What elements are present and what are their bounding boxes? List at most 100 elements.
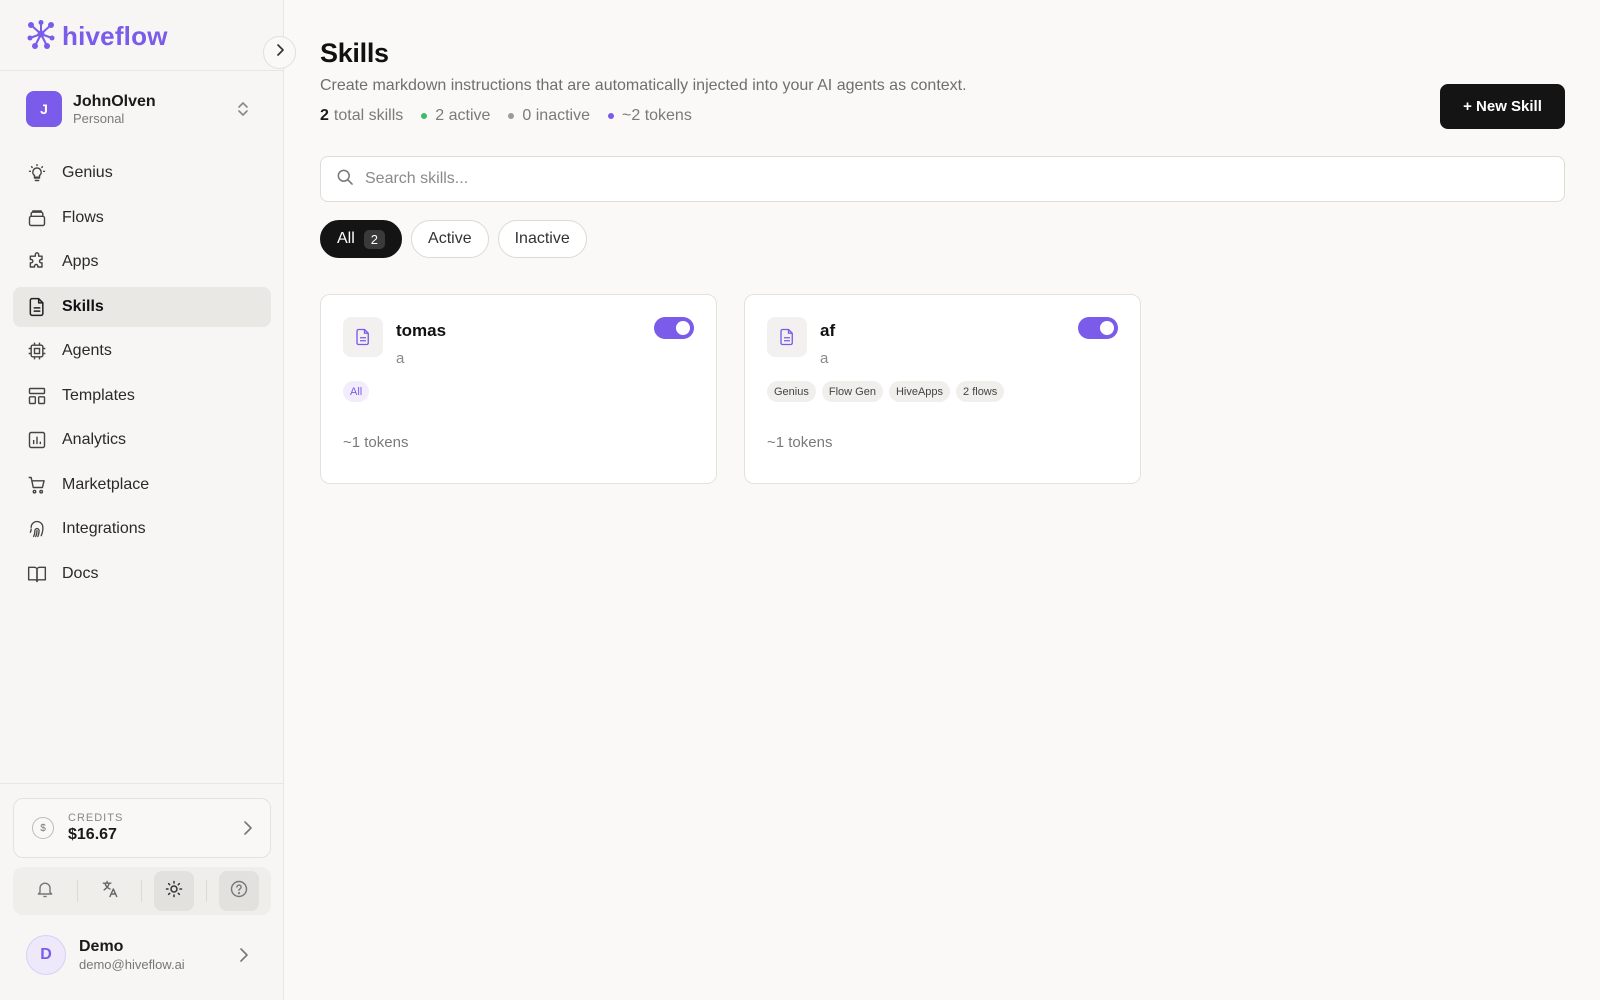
document-icon xyxy=(343,317,383,357)
skill-enabled-toggle[interactable] xyxy=(1078,317,1118,339)
sidebar-item-genius[interactable]: Genius xyxy=(13,153,271,193)
sidebar-item-docs[interactable]: Docs xyxy=(13,554,271,594)
search-icon xyxy=(335,167,355,192)
sidebar-item-flows[interactable]: Flows xyxy=(13,198,271,238)
stat-inactive: 0 inactive xyxy=(508,107,590,125)
layers-icon xyxy=(27,208,47,228)
skill-enabled-toggle[interactable] xyxy=(654,317,694,339)
page-title: Skills xyxy=(320,38,389,68)
sidebar-item-apps[interactable]: Apps xyxy=(13,242,271,282)
filter-inactive[interactable]: Inactive xyxy=(497,220,587,258)
skill-tags: All xyxy=(343,381,370,402)
help-circle-icon xyxy=(229,879,249,904)
cpu-icon xyxy=(27,341,47,361)
workspace-name: JohnOlven xyxy=(73,92,156,110)
stat-active-label: 2 active xyxy=(435,107,491,124)
sidebar-toolbar xyxy=(13,867,271,915)
sidebar-item-label: Agents xyxy=(62,342,112,359)
bell-icon xyxy=(35,879,55,904)
workspace-switcher[interactable]: J JohnOlven Personal xyxy=(26,90,260,128)
hive-logo-icon xyxy=(26,19,56,54)
sidebar-item-label: Integrations xyxy=(62,520,146,537)
user-name: Demo xyxy=(79,938,124,955)
filter-all[interactable]: All 2 xyxy=(320,220,403,258)
sidebar-item-label: Skills xyxy=(62,297,104,315)
new-skill-button[interactable]: + New Skill xyxy=(1440,84,1565,129)
skill-tokens: ~1 tokens xyxy=(767,434,833,451)
stat-total: 2 total skills xyxy=(320,107,403,125)
skill-tag: 2 flows xyxy=(956,381,1005,402)
skills-stats: 2 total skills 2 active 0 inactive ~2 to… xyxy=(320,107,710,125)
tokens-status-dot xyxy=(608,113,614,119)
help-button[interactable] xyxy=(218,871,259,911)
chevron-up-down-icon xyxy=(236,100,250,123)
filter-all-label: All xyxy=(337,230,355,247)
sidebar-item-marketplace[interactable]: Marketplace xyxy=(13,465,271,505)
lightbulb-icon xyxy=(27,163,47,183)
sidebar-item-label: Docs xyxy=(62,564,99,582)
skill-name: tomas xyxy=(396,321,447,340)
sidebar-item-skills[interactable]: Skills xyxy=(13,286,271,327)
sidebar-item-templates[interactable]: Templates xyxy=(13,376,271,416)
document-icon xyxy=(27,297,47,317)
filter-active[interactable]: Active xyxy=(411,220,489,258)
stat-tokens: ~2 tokens xyxy=(608,107,692,125)
toolbar-separator xyxy=(76,880,78,902)
brand-name: hiveflow xyxy=(62,20,168,51)
sidebar-item-analytics[interactable]: Analytics xyxy=(13,420,271,460)
credits-card[interactable]: $ CREDITS $16.67 xyxy=(13,798,271,858)
search-input[interactable] xyxy=(365,170,1515,188)
toolbar-separator xyxy=(141,880,143,902)
book-icon xyxy=(27,564,47,584)
skill-description: a xyxy=(820,350,829,367)
skill-tag: HiveApps xyxy=(888,381,951,402)
sun-icon xyxy=(165,880,183,903)
puzzle-icon xyxy=(27,252,47,272)
stat-total-label: total skills xyxy=(333,107,404,124)
sidebar-item-label: Flows xyxy=(62,208,104,226)
sidebar-item-integrations[interactable]: Integrations xyxy=(13,509,271,549)
user-email: demo@hiveflow.ai xyxy=(79,957,185,972)
stat-inactive-label: 0 inactive xyxy=(522,107,590,124)
filter-all-count: 2 xyxy=(363,229,386,249)
toolbar-separator xyxy=(206,880,208,902)
skill-tag: Flow Gen xyxy=(821,381,883,402)
avatar: D xyxy=(26,935,66,975)
inactive-status-dot xyxy=(508,113,515,119)
user-profile[interactable]: D Demo demo@hiveflow.ai xyxy=(26,935,260,975)
sidebar-item-agents[interactable]: Agents xyxy=(13,331,271,371)
skill-description: a xyxy=(396,350,405,367)
stat-active: 2 active xyxy=(421,107,490,125)
brand-logo[interactable]: hiveflow xyxy=(26,19,168,54)
sidebar-divider xyxy=(0,70,284,71)
chevron-right-icon xyxy=(238,946,250,969)
stat-tokens-label: ~2 tokens xyxy=(622,107,692,124)
skill-name: af xyxy=(820,321,836,340)
active-status-dot xyxy=(421,113,428,119)
dollar-circle-icon: $ xyxy=(32,817,54,839)
cart-icon xyxy=(27,475,47,495)
translate-icon xyxy=(100,879,120,904)
search-bar xyxy=(320,156,1565,202)
skill-tags: Genius Flow Gen HiveApps 2 flows xyxy=(767,381,1005,402)
sidebar-divider xyxy=(0,783,284,784)
skill-card[interactable]: af a Genius Flow Gen HiveApps 2 flows ~1… xyxy=(744,294,1141,484)
sidebar-item-label: Apps xyxy=(62,253,99,270)
skill-tag: All xyxy=(343,381,370,402)
fingerprint-icon xyxy=(27,519,47,539)
skill-card[interactable]: tomas a All ~1 tokens xyxy=(320,294,717,484)
document-icon xyxy=(767,317,807,357)
sidebar-item-label: Analytics xyxy=(62,431,127,448)
skill-tokens: ~1 tokens xyxy=(343,434,409,451)
theme-toggle-button[interactable] xyxy=(154,871,195,911)
language-button[interactable] xyxy=(90,871,130,911)
workspace-type: Personal xyxy=(73,110,125,126)
chevron-right-icon xyxy=(242,819,254,842)
filter-tabs: All 2 Active Inactive xyxy=(320,220,587,258)
sidebar-collapse-button[interactable] xyxy=(263,36,296,69)
page-subtitle: Create markdown instructions that are au… xyxy=(320,77,967,94)
sidebar-item-label: Genius xyxy=(62,164,113,181)
chevron-right-icon xyxy=(274,42,286,63)
notifications-button[interactable] xyxy=(25,871,65,911)
workspace-avatar: J xyxy=(26,91,62,127)
